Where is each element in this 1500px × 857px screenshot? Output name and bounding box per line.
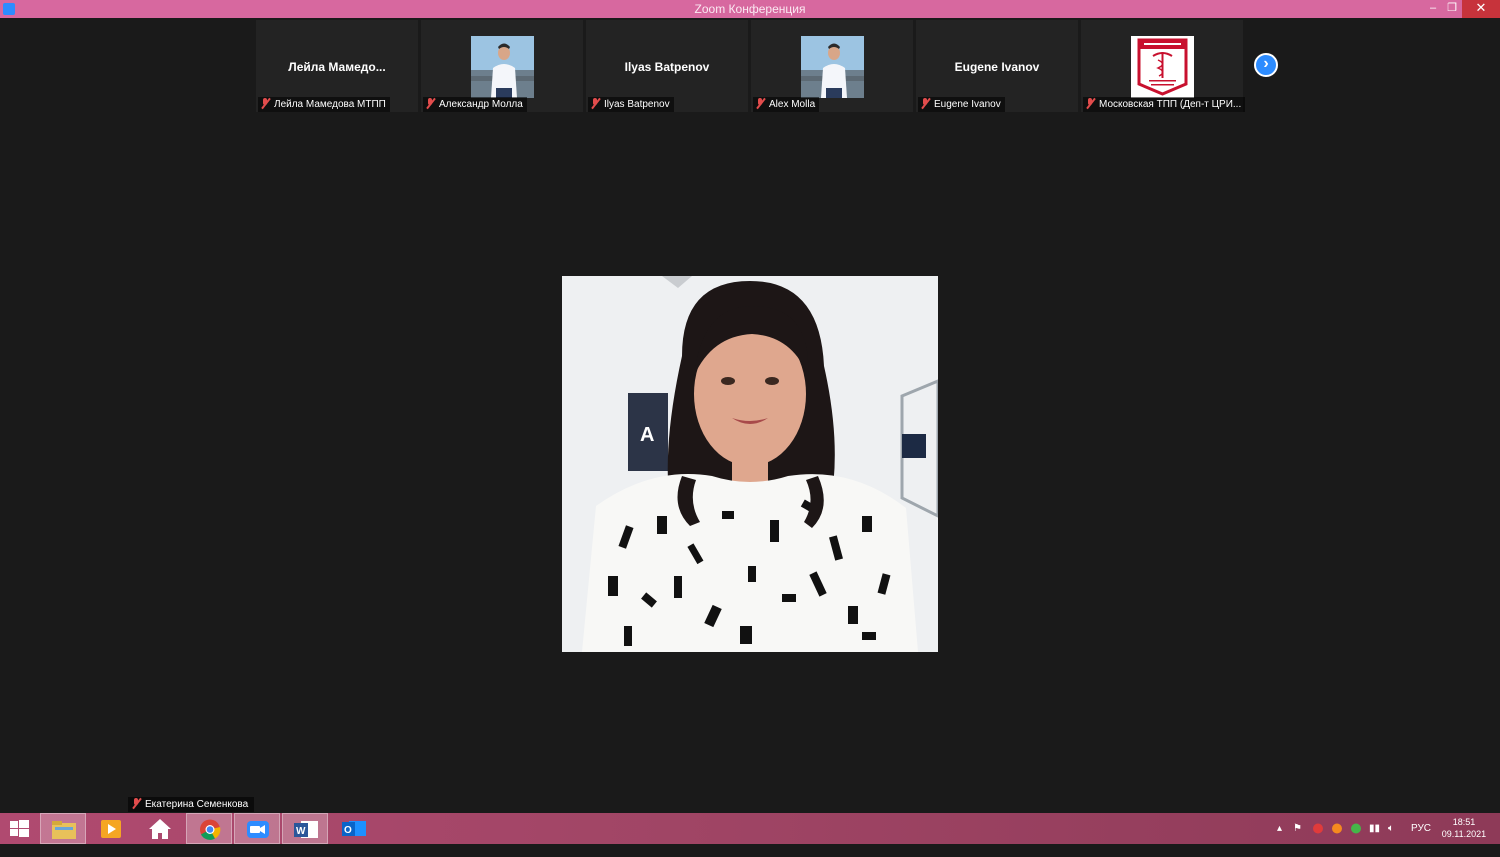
flag-icon[interactable]: ⚑ bbox=[1293, 813, 1302, 844]
participant-tile[interactable]: Alex Molla bbox=[751, 20, 913, 112]
participant-label: Александр Молла bbox=[439, 99, 523, 110]
participant-tile[interactable]: Лейла Мамедо... Лейла Мамедова МТПП bbox=[256, 20, 418, 112]
svg-text:O: O bbox=[344, 825, 352, 836]
volume-icon[interactable]: 🔈︎ bbox=[1388, 813, 1394, 844]
mic-muted-icon bbox=[1086, 98, 1095, 109]
antivirus-icon[interactable] bbox=[1312, 813, 1324, 844]
mic-muted-icon bbox=[756, 98, 765, 109]
mic-muted-icon bbox=[426, 98, 435, 109]
active-speaker-name: Екатерина Семенкова bbox=[145, 799, 249, 810]
participant-caption: Московская ТПП (Деп-т ЦРИ... bbox=[1083, 97, 1246, 112]
participant-caption: Александр Молла bbox=[423, 97, 527, 112]
participant-label: Alex Molla bbox=[769, 99, 816, 110]
participant-tile[interactable]: Ilyas Batpenov Ilyas Batpenov bbox=[586, 20, 748, 112]
person-photo-icon bbox=[801, 36, 864, 98]
media-player-icon[interactable] bbox=[88, 813, 134, 844]
clock-time: 18:51 bbox=[1452, 817, 1476, 827]
participant-tile[interactable]: Александр Молла bbox=[421, 20, 583, 112]
title-bar: Zoom Конференция – ❐ ✕ bbox=[0, 0, 1500, 18]
active-speaker-label: Екатерина Семенкова bbox=[128, 797, 255, 812]
taskbar: W O ▴ ⚑ ▮▮ 🔈︎ РУС 18:51 09.11.2021 bbox=[0, 813, 1500, 844]
mic-muted-icon bbox=[921, 98, 930, 109]
participant-label: Лейла Мамедова МТПП bbox=[274, 99, 386, 110]
participant-name-large: Eugene Ivanov bbox=[954, 60, 1040, 74]
svg-text:W: W bbox=[296, 826, 306, 837]
participant-caption: Ilyas Batpenov bbox=[588, 97, 674, 112]
file-explorer-icon[interactable] bbox=[40, 813, 86, 844]
participant-caption: Alex Molla bbox=[753, 97, 820, 112]
zoom-icon[interactable] bbox=[234, 813, 280, 844]
participant-caption: Лейла Мамедова МТПП bbox=[258, 97, 390, 112]
participant-label: Московская ТПП (Деп-т ЦРИ... bbox=[1099, 99, 1242, 110]
network-icon[interactable]: ▮▮ bbox=[1369, 813, 1380, 844]
participant-video-thumb bbox=[801, 36, 864, 98]
language-indicator[interactable]: РУС bbox=[1411, 813, 1431, 844]
meeting-stage: Лейла Мамедо... Лейла Мамедова МТПП Алек… bbox=[0, 18, 1500, 813]
update-icon[interactable] bbox=[1331, 813, 1343, 844]
participant-video-thumb bbox=[471, 36, 534, 98]
status-icon[interactable] bbox=[1350, 813, 1362, 844]
participant-tile[interactable]: Московская ТПП (Деп-т ЦРИ... bbox=[1081, 20, 1246, 112]
participant-caption: Eugene Ivanov bbox=[918, 97, 1005, 112]
participant-name-large: Ilyas Batpenov bbox=[624, 60, 710, 74]
participant-label: Ilyas Batpenov bbox=[604, 99, 670, 110]
tray-expand-icon[interactable]: ▴ bbox=[1277, 813, 1282, 844]
home-icon[interactable] bbox=[137, 813, 183, 844]
active-speaker-video: A bbox=[562, 276, 938, 652]
person-photo-icon bbox=[471, 36, 534, 98]
chrome-icon[interactable] bbox=[186, 813, 232, 844]
participant-tile[interactable]: Eugene Ivanov Eugene Ivanov bbox=[916, 20, 1078, 112]
close-button[interactable]: ✕ bbox=[1462, 0, 1500, 18]
participant-label: Eugene Ivanov bbox=[934, 99, 1001, 110]
speaker-photo: A bbox=[562, 276, 938, 652]
chevron-right-icon[interactable]: › bbox=[1254, 53, 1278, 77]
clock-date: 09.11.2021 bbox=[1441, 829, 1487, 839]
clock[interactable]: 18:51 09.11.2021 bbox=[1438, 816, 1490, 840]
outlook-icon[interactable]: O bbox=[331, 813, 377, 844]
window-title: Zoom Конференция bbox=[694, 2, 806, 16]
mic-muted-icon bbox=[261, 98, 270, 109]
mic-muted-icon bbox=[591, 98, 600, 109]
participant-video-thumb bbox=[1131, 36, 1194, 98]
participant-name-large: Лейла Мамедо... bbox=[288, 60, 386, 74]
mic-muted-icon bbox=[132, 798, 141, 809]
word-icon[interactable]: W bbox=[282, 813, 328, 844]
chamber-logo-icon bbox=[1131, 36, 1194, 98]
svg-text:A: A bbox=[640, 424, 654, 446]
